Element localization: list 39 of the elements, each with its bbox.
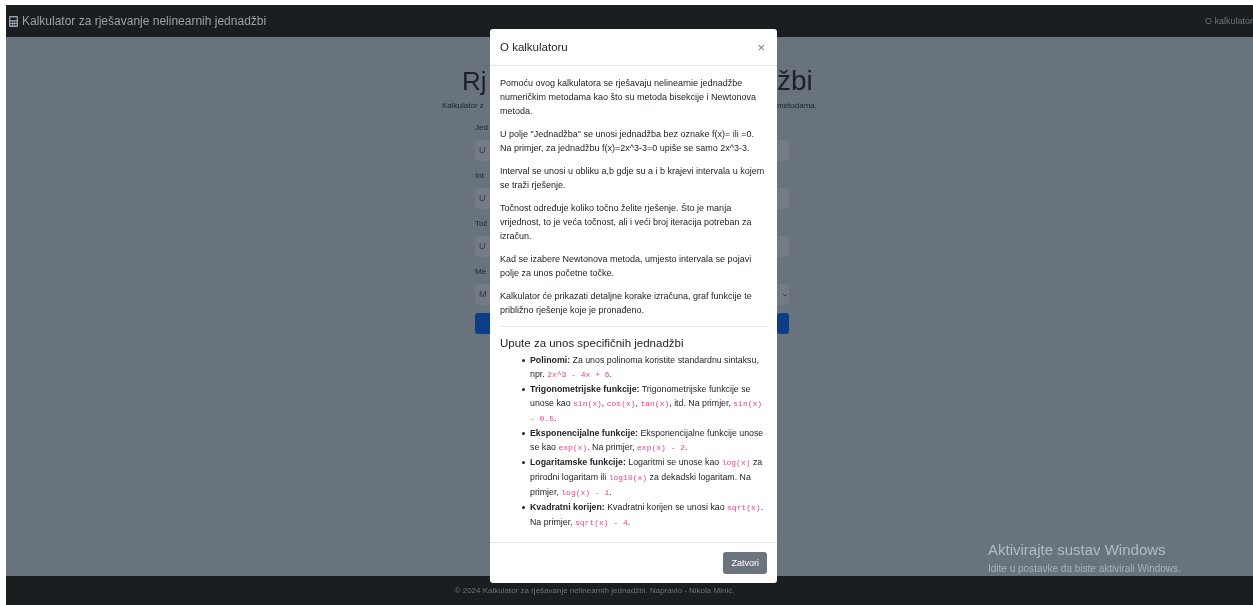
calculator-icon (9, 15, 18, 27)
bullet-icon (522, 388, 525, 391)
page-subtitle: Kalkulator z (442, 101, 484, 112)
close-button[interactable]: Zatvori (723, 552, 767, 574)
field-label: Me (475, 267, 487, 278)
brand-title[interactable]: Kalkulator za rješavanje nelinearnih jednadžbi (22, 14, 267, 28)
list-item: Trigonometrijske funkcije: Trigonometrijske funkcije se unose kao sin(x), cos(x), tan(x), itd. Na primjer, sin(x) - 0.5. (530, 383, 764, 425)
chevron-down-icon (782, 292, 788, 297)
footer-text: © 2024 Kalkulator za rješavanje nelinearnih jednadžbi. Napravio - Nikola Minić. (454, 586, 735, 595)
paragraph: Kad se izabere Newtonova metoda, umjesto intervala se pojavi polje za unos početne točke. (500, 253, 753, 280)
page-subtitle: metodama. (777, 101, 819, 112)
paragraph: Interval se unosi u obliku a,b gdje su a i b krajevi intervala u kojem se traži rješenje. (500, 165, 766, 192)
page-heading: Rj (462, 65, 487, 98)
page-heading: žbi (777, 64, 814, 98)
bullet-icon (522, 461, 525, 464)
input-field[interactable] (777, 188, 789, 209)
paragraph: Pomoću ovog kalkulatora se rješavaju nelinearnie jednadžbe numeričkim metodama kao što su metoda bisekcije i Newtonova metoda. (500, 77, 758, 118)
method-select[interactable] (777, 284, 789, 305)
nav-link[interactable]: O kalkulator (1204, 16, 1253, 26)
field-label: Jed (475, 123, 488, 134)
list-item: Polinomi: Za unos polinoma koristite standardnu sintaksu, npr. 2x^3 - 4x + 6. (530, 354, 760, 381)
section-heading: Upute za unos specifičnih jednadžbi (500, 337, 685, 349)
bullet-icon (522, 359, 525, 362)
list-item: Kvadratni korijen: Kvadratni korijen se unosi kao sqrt(x). Na primjer, sqrt(x) - 4. (530, 501, 765, 529)
paragraph: U polje "Jednadžba" se unosi jednadžba bez oznake f(x)= ili =0. Na primjer, za jednadžbu f(x)=2x^3-3=0 upiše se samo 2x^3-3. (500, 128, 756, 155)
modal-title: O kalkulatoru (500, 41, 568, 53)
field-label: Toč (475, 219, 488, 230)
bullet-icon (522, 506, 525, 509)
field-label: Int (475, 171, 484, 182)
input-field[interactable] (777, 236, 789, 257)
submit-button[interactable] (777, 313, 789, 334)
close-button[interactable]: × (755, 39, 767, 55)
bullet-icon (522, 432, 525, 435)
activation-title: Aktivirajte sustav Windows (988, 541, 1167, 558)
list-item: Logaritamske funkcije: Logaritmi se unose kao log(x) za prirodni logaritam ili log10(x) za dekadski logaritam. Na primjer, log(x) - 1. (530, 456, 764, 499)
paragraph: Kalkulator će prikazati detaljne korake izračuna, graf funkcije te približno rješenje koje je pronađeno. (500, 290, 753, 317)
input-field[interactable] (777, 140, 789, 161)
paragraph: Točnost određuje koliko točno želite rješenje. Što je manja vrijednost, to je veća točnost, ali i veći broj iteracija potreban za izračun. (500, 202, 753, 243)
list-item: Eksponencijalne funkcije: Eksponencijalne funkcije unose se kao exp(x). Na primjer, exp(x) - 2. (530, 427, 765, 454)
